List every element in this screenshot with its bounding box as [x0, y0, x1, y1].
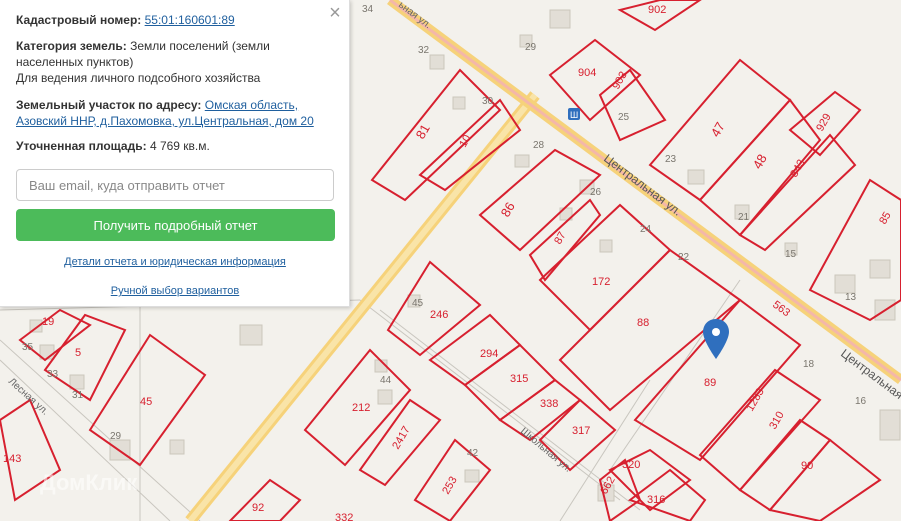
- svg-text:22: 22: [678, 252, 690, 263]
- svg-text:294: 294: [480, 348, 498, 360]
- get-report-button[interactable]: Получить подробный отчет: [16, 209, 335, 241]
- svg-text:33: 33: [47, 369, 59, 380]
- svg-text:18: 18: [803, 359, 815, 370]
- map-pin-icon[interactable]: [703, 319, 729, 359]
- svg-text:88: 88: [637, 317, 649, 329]
- details-link[interactable]: Детали отчета и юридическая информация: [64, 256, 286, 268]
- category-label: Категория земель:: [16, 39, 127, 53]
- svg-text:44: 44: [380, 375, 392, 386]
- category-row: Категория земель: Земли поселений (земли…: [16, 38, 334, 70]
- manual-link-row: Ручной выбор вариантов: [16, 285, 334, 297]
- address-row: Земельный участок по адресу: Омская обла…: [16, 97, 334, 129]
- svg-text:15: 15: [785, 249, 797, 260]
- svg-text:143: 143: [3, 453, 21, 465]
- svg-text:13: 13: [845, 292, 857, 303]
- svg-text:30: 30: [482, 96, 494, 107]
- svg-text:32: 32: [418, 45, 430, 56]
- svg-text:89: 89: [704, 377, 716, 389]
- svg-text:320: 320: [622, 459, 640, 471]
- area-value: 4 769 кв.м.: [149, 139, 210, 153]
- area-label: Уточненная площадь:: [16, 139, 147, 153]
- svg-text:317: 317: [572, 425, 590, 437]
- watermark-logo: ДомКлик: [40, 470, 138, 495]
- address-label: Земельный участок по адресу:: [16, 98, 202, 112]
- cadastral-row: Кадастровый номер: 55:01:160601:89: [16, 12, 334, 28]
- svg-text:21: 21: [738, 212, 750, 223]
- cadastral-number-link[interactable]: 55:01:160601:89: [145, 13, 235, 27]
- svg-text:246: 246: [430, 309, 448, 321]
- area-row: Уточненная площадь: 4 769 кв.м.: [16, 138, 334, 154]
- svg-text:904: 904: [578, 67, 596, 79]
- svg-text:42: 42: [467, 448, 479, 459]
- details-link-row: Детали отчета и юридическая информация: [16, 256, 334, 268]
- svg-text:45: 45: [412, 298, 424, 309]
- svg-text:25: 25: [618, 112, 630, 123]
- svg-text:29: 29: [525, 42, 537, 53]
- svg-text:902: 902: [648, 4, 666, 16]
- svg-text:19: 19: [42, 316, 54, 328]
- svg-text:5: 5: [75, 347, 81, 359]
- svg-text:31: 31: [72, 390, 84, 401]
- svg-text:315: 315: [510, 373, 528, 385]
- svg-text:23: 23: [665, 154, 677, 165]
- svg-text:35: 35: [22, 342, 34, 353]
- cadastral-label: Кадастровый номер:: [16, 13, 142, 27]
- svg-text:338: 338: [540, 398, 558, 410]
- svg-text:172: 172: [592, 276, 610, 288]
- svg-text:28: 28: [533, 140, 545, 151]
- svg-text:332: 332: [335, 512, 353, 521]
- svg-text:34: 34: [362, 4, 374, 15]
- svg-text:16: 16: [855, 396, 867, 407]
- info-panel: × Кадастровый номер: 55:01:160601:89 Кат…: [0, 0, 350, 307]
- svg-text:Ш: Ш: [570, 110, 578, 120]
- svg-text:29: 29: [110, 431, 122, 442]
- svg-text:90: 90: [801, 460, 813, 472]
- svg-text:92: 92: [252, 502, 264, 514]
- svg-text:316: 316: [647, 494, 665, 506]
- svg-text:45: 45: [140, 396, 152, 408]
- email-input[interactable]: [16, 169, 334, 201]
- svg-text:24: 24: [640, 224, 652, 235]
- svg-text:212: 212: [352, 402, 370, 414]
- purpose-text: Для ведения личного подсобного хозяйства: [16, 71, 261, 85]
- manual-selection-link[interactable]: Ручной выбор вариантов: [111, 285, 239, 297]
- svg-text:26: 26: [590, 187, 602, 198]
